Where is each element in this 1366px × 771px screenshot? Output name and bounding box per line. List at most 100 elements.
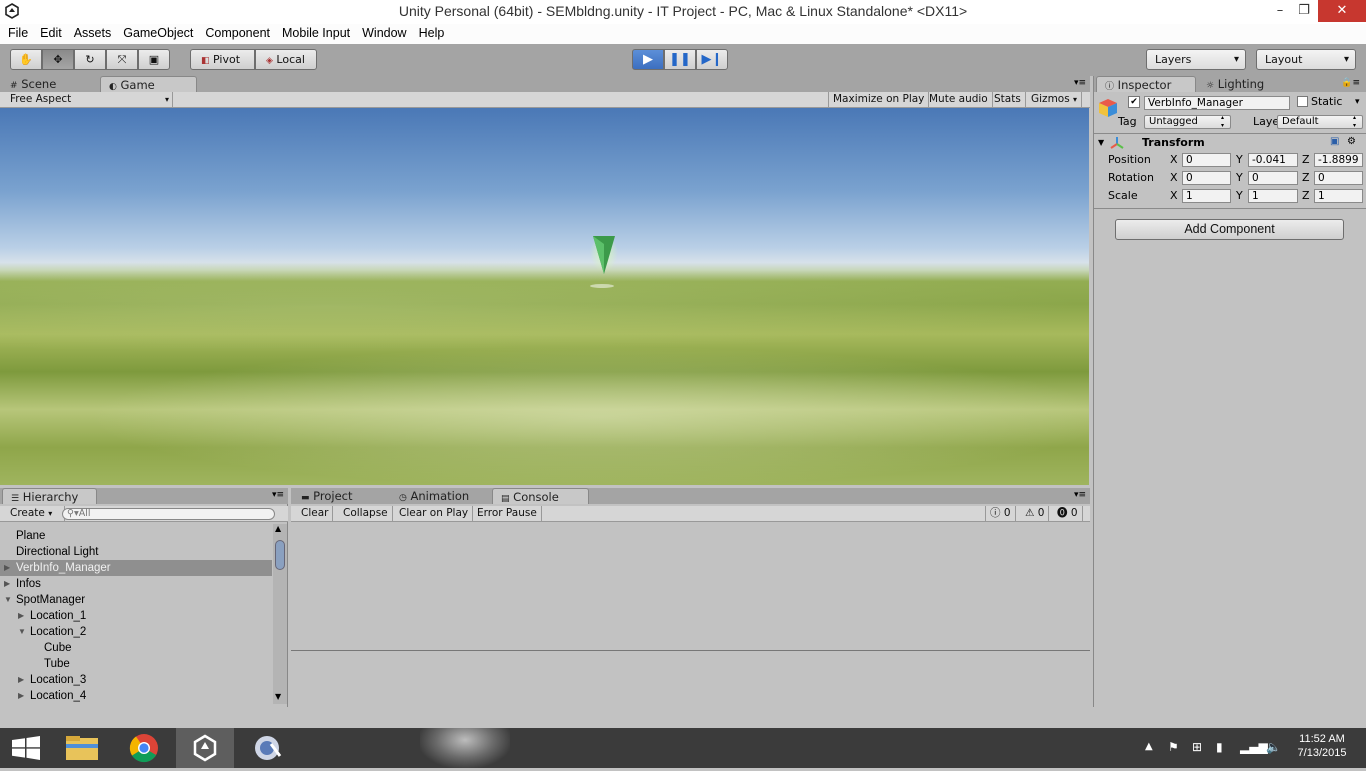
gizmos-button[interactable]: Gizmos ▾ xyxy=(1027,92,1083,107)
scroll-down-icon[interactable]: ▼ xyxy=(275,692,281,701)
scrollbar-thumb[interactable] xyxy=(275,540,285,570)
foldout-arrow-icon[interactable]: ▶ xyxy=(18,688,24,704)
position-y-field[interactable]: -0.041 xyxy=(1248,153,1298,167)
console-detail-area[interactable] xyxy=(291,653,1090,707)
windows-icon[interactable]: ⊞ xyxy=(1192,740,1202,754)
info-count-toggle[interactable]: ⓘ 0 xyxy=(985,506,1016,521)
rect-tool-button[interactable]: ▣ xyxy=(138,49,170,70)
hierarchy-item[interactable]: ▶ Location_1 xyxy=(0,608,272,624)
active-checkbox[interactable]: ✔ xyxy=(1128,96,1140,108)
scale-tool-button[interactable]: ⤧ xyxy=(106,49,138,70)
layer-dropdown[interactable]: Default xyxy=(1277,114,1363,130)
taskbar-clock[interactable]: 11:52 AM 7/13/2015 xyxy=(1292,733,1352,759)
tab-game[interactable]: ◐ Game xyxy=(100,76,197,92)
app-taskbar-icon[interactable] xyxy=(238,728,296,768)
menu-window[interactable]: Window xyxy=(356,24,412,42)
position-z-field[interactable]: -1.8899 xyxy=(1314,153,1363,167)
close-button[interactable]: ✕ xyxy=(1318,0,1366,22)
hierarchy-item[interactable]: Cube xyxy=(0,640,272,656)
tab-console[interactable]: ▤ Console xyxy=(492,488,589,504)
unity-taskbar-icon[interactable] xyxy=(176,728,234,768)
hierarchy-item[interactable]: Directional Light xyxy=(0,544,272,560)
clear-button[interactable]: Clear xyxy=(297,506,334,521)
rotation-y-field[interactable]: 0 xyxy=(1248,171,1298,185)
menu-assets[interactable]: Assets xyxy=(68,24,118,42)
start-button[interactable] xyxy=(0,728,58,768)
mute-audio-button[interactable]: Mute audio xyxy=(925,92,993,107)
foldout-arrow-icon[interactable]: ▶ xyxy=(18,608,24,624)
pause-button[interactable]: ❚❚ xyxy=(664,49,696,70)
rotation-z-field[interactable]: 0 xyxy=(1314,171,1363,185)
console-log-area[interactable] xyxy=(291,523,1090,651)
collapse-button[interactable]: Collapse xyxy=(339,506,393,521)
rotate-tool-button[interactable]: ↻ xyxy=(74,49,106,70)
step-button[interactable]: ▶❙ xyxy=(696,49,728,70)
hierarchy-item[interactable]: ▼ SpotManager xyxy=(0,592,272,608)
menu-gameobject[interactable]: GameObject xyxy=(117,24,199,42)
lock-icon[interactable]: 🔒≡ xyxy=(1341,78,1360,88)
rotation-x-field[interactable]: 0 xyxy=(1182,171,1231,185)
scroll-up-icon[interactable]: ▲ xyxy=(275,524,281,533)
tag-dropdown[interactable]: Untagged xyxy=(1144,114,1231,130)
pivot-toggle[interactable]: ◧ Pivot xyxy=(190,49,255,70)
menu-help[interactable]: Help xyxy=(413,24,451,42)
local-toggle[interactable]: ◈ Local xyxy=(255,49,317,70)
layers-dropdown[interactable]: Layers xyxy=(1146,49,1246,70)
gear-icon[interactable]: ⚙ xyxy=(1347,135,1356,149)
hierarchy-item[interactable]: ▶ Infos xyxy=(0,576,272,592)
scale-y-field[interactable]: 1 xyxy=(1248,189,1298,203)
tab-scene[interactable]: # Scene xyxy=(2,76,97,92)
foldout-arrow-icon[interactable]: ▶ xyxy=(4,560,10,576)
file-explorer-icon[interactable] xyxy=(54,728,112,768)
menu-edit[interactable]: Edit xyxy=(34,24,68,42)
position-x-field[interactable]: 0 xyxy=(1182,153,1231,167)
show-hidden-icons-icon[interactable]: ▲ xyxy=(1145,741,1153,752)
move-tool-button[interactable]: ✥ xyxy=(42,49,74,70)
error-count-toggle[interactable]: ⓿ 0 xyxy=(1053,506,1083,521)
error-pause-button[interactable]: Error Pause xyxy=(473,506,542,521)
foldout-arrow-icon[interactable]: ▼ xyxy=(4,592,12,608)
menu-mobile-input[interactable]: Mobile Input xyxy=(276,24,356,42)
hand-tool-button[interactable]: ✋ xyxy=(10,49,42,70)
aspect-dropdown[interactable]: Free Aspect ▾ xyxy=(6,92,173,107)
create-dropdown[interactable]: Create ▾ xyxy=(6,506,65,521)
game-view[interactable] xyxy=(0,108,1089,485)
maximize-on-play-button[interactable]: Maximize on Play xyxy=(828,92,930,107)
hierarchy-item[interactable]: ▶ Location_4 xyxy=(0,688,272,704)
foldout-arrow-icon[interactable]: ▼ xyxy=(18,624,26,640)
hierarchy-item[interactable]: ▶ VerbInfo_Manager xyxy=(0,560,272,576)
tab-project[interactable]: ▬ Project xyxy=(293,488,388,504)
stats-button[interactable]: Stats xyxy=(990,92,1026,107)
hierarchy-item[interactable]: Tube xyxy=(0,656,272,672)
maximize-button[interactable]: ❐ xyxy=(1290,0,1318,22)
panel-menu-icon[interactable]: ▾≡ xyxy=(1074,78,1086,88)
signal-icon[interactable]: ▂▄▆ xyxy=(1240,740,1268,754)
hierarchy-item[interactable]: ▼ Location_2 xyxy=(0,624,272,640)
clear-on-play-button[interactable]: Clear on Play xyxy=(395,506,474,521)
hierarchy-scrollbar[interactable]: ▲ ▼ xyxy=(273,524,287,704)
chrome-icon[interactable] xyxy=(116,728,174,768)
static-checkbox[interactable] xyxy=(1297,96,1308,107)
play-button[interactable]: ▶ xyxy=(632,49,664,70)
flag-icon[interactable]: ⚑ xyxy=(1168,740,1179,754)
scale-x-field[interactable]: 1 xyxy=(1182,189,1231,203)
hierarchy-item[interactable]: ▶ Location_3 xyxy=(0,672,272,688)
object-name-field[interactable]: VerbInfo_Manager xyxy=(1144,96,1290,110)
help-icon[interactable]: ▣ xyxy=(1330,135,1339,149)
panel-menu-icon[interactable]: ▾≡ xyxy=(1074,490,1086,500)
menu-file[interactable]: File xyxy=(2,24,34,42)
layout-dropdown[interactable]: Layout xyxy=(1256,49,1356,70)
tab-lighting[interactable]: ☼ Lighting xyxy=(1198,76,1288,92)
battery-icon[interactable]: ▮ xyxy=(1216,740,1223,754)
hierarchy-search-input[interactable]: ⚲▾All xyxy=(62,508,275,520)
add-component-button[interactable]: Add Component xyxy=(1115,219,1344,240)
scale-z-field[interactable]: 1 xyxy=(1314,189,1363,203)
foldout-arrow-icon[interactable]: ▶ xyxy=(4,576,10,592)
menu-component[interactable]: Component xyxy=(199,24,276,42)
tab-hierarchy[interactable]: ☰ Hierarchy xyxy=(2,488,97,504)
warning-count-toggle[interactable]: ⚠ 0 xyxy=(1021,506,1050,521)
hierarchy-item[interactable]: Plane xyxy=(0,528,272,544)
tab-animation[interactable]: ◷ Animation xyxy=(391,488,489,504)
panel-menu-icon[interactable]: ▾≡ xyxy=(272,490,284,500)
volume-icon[interactable]: 🔈 xyxy=(1266,740,1281,754)
